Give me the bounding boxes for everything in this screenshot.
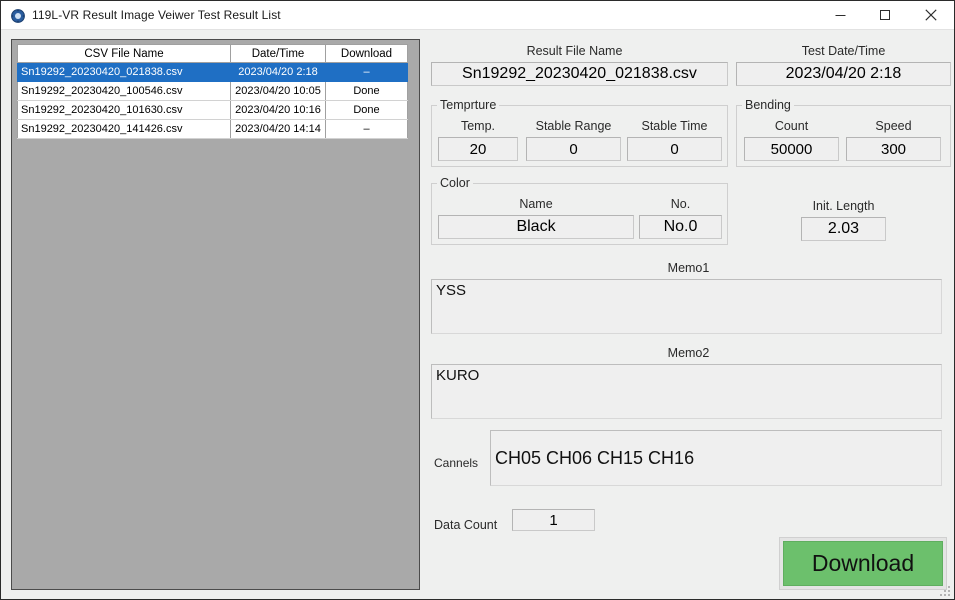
init-length-label: Init. Length	[781, 199, 906, 213]
cell-download: –	[326, 120, 408, 139]
cell-date-time: 2023/04/20 14:14	[231, 120, 326, 139]
maximize-icon[interactable]	[863, 1, 908, 29]
column-header-csv-file-name[interactable]: CSV File Name	[18, 45, 231, 63]
table-header-row: CSV File Name Date/Time Download	[18, 45, 408, 63]
title-bar: 119L-VR Result Image Veiwer Test Result …	[1, 1, 954, 30]
bending-speed-field[interactable]: 300	[846, 137, 941, 161]
temp-label: Temp.	[438, 119, 518, 133]
memo1-field[interactable]: YSS	[431, 279, 942, 334]
memo2-label: Memo2	[426, 346, 951, 360]
color-name-field[interactable]: Black	[438, 215, 634, 239]
csv-file-table[interactable]: CSV File Name Date/Time Download Sn19292…	[17, 44, 408, 139]
stable-time-label: Stable Time	[627, 119, 722, 133]
column-header-download[interactable]: Download	[326, 45, 408, 63]
init-length-field[interactable]: 2.03	[801, 217, 886, 241]
temperature-group-label: Temprture	[437, 98, 499, 112]
color-no-label: No.	[639, 197, 722, 211]
bending-count-field[interactable]: 50000	[744, 137, 839, 161]
test-datetime-field[interactable]: 2023/04/20 2:18	[736, 62, 951, 86]
data-count-label: Data Count	[434, 518, 497, 532]
memo2-field[interactable]: KURO	[431, 364, 942, 419]
channels-label: Cannels	[434, 456, 478, 470]
resize-grip[interactable]	[939, 584, 951, 596]
bending-speed-label: Speed	[846, 119, 941, 133]
cell-date-time: 2023/04/20 10:05	[231, 82, 326, 101]
result-file-name-label: Result File Name	[426, 44, 723, 58]
cell-date-time: 2023/04/20 10:16	[231, 101, 326, 120]
memo1-label: Memo1	[426, 261, 951, 275]
cell-file-name: Sn19292_20230420_101630.csv	[18, 101, 231, 120]
data-count-field[interactable]: 1	[512, 509, 595, 531]
stable-range-field[interactable]: 0	[526, 137, 621, 161]
detail-pane: Result File Name Sn19292_20230420_021838…	[426, 34, 951, 590]
stable-range-label: Stable Range	[526, 119, 621, 133]
color-no-field[interactable]: No.0	[639, 215, 722, 239]
bending-count-label: Count	[744, 119, 839, 133]
cell-download: Done	[326, 101, 408, 120]
column-header-date-time[interactable]: Date/Time	[231, 45, 326, 63]
close-icon[interactable]	[908, 1, 953, 29]
table-row[interactable]: Sn19292_20230420_100546.csv 2023/04/20 1…	[18, 82, 408, 101]
test-datetime-label: Test Date/Time	[736, 44, 951, 58]
table-row[interactable]: Sn19292_20230420_021838.csv 2023/04/20 2…	[18, 63, 408, 82]
file-list-panel: CSV File Name Date/Time Download Sn19292…	[11, 39, 420, 590]
result-file-name-field[interactable]: Sn19292_20230420_021838.csv	[431, 62, 728, 86]
download-button-frame: Download	[779, 537, 947, 590]
cell-date-time: 2023/04/20 2:18	[231, 63, 326, 82]
minimize-icon[interactable]	[818, 1, 863, 29]
channels-field[interactable]: CH05 CH06 CH15 CH16	[490, 430, 942, 486]
color-group-label: Color	[437, 176, 473, 190]
cell-file-name: Sn19292_20230420_021838.csv	[18, 63, 231, 82]
color-name-label: Name	[438, 197, 634, 211]
application-window: 119L-VR Result Image Veiwer Test Result …	[0, 0, 955, 600]
bending-group-label: Bending	[742, 98, 794, 112]
stable-time-field[interactable]: 0	[627, 137, 722, 161]
cell-file-name: Sn19292_20230420_141426.csv	[18, 120, 231, 139]
table-row[interactable]: Sn19292_20230420_101630.csv 2023/04/20 1…	[18, 101, 408, 120]
download-button[interactable]: Download	[783, 541, 943, 586]
window-title: 119L-VR Result Image Veiwer Test Result …	[32, 8, 281, 22]
cell-download: –	[326, 63, 408, 82]
app-logo-icon	[10, 8, 26, 24]
temp-field[interactable]: 20	[438, 137, 518, 161]
cell-download: Done	[326, 82, 408, 101]
cell-file-name: Sn19292_20230420_100546.csv	[18, 82, 231, 101]
table-row[interactable]: Sn19292_20230420_141426.csv 2023/04/20 1…	[18, 120, 408, 139]
